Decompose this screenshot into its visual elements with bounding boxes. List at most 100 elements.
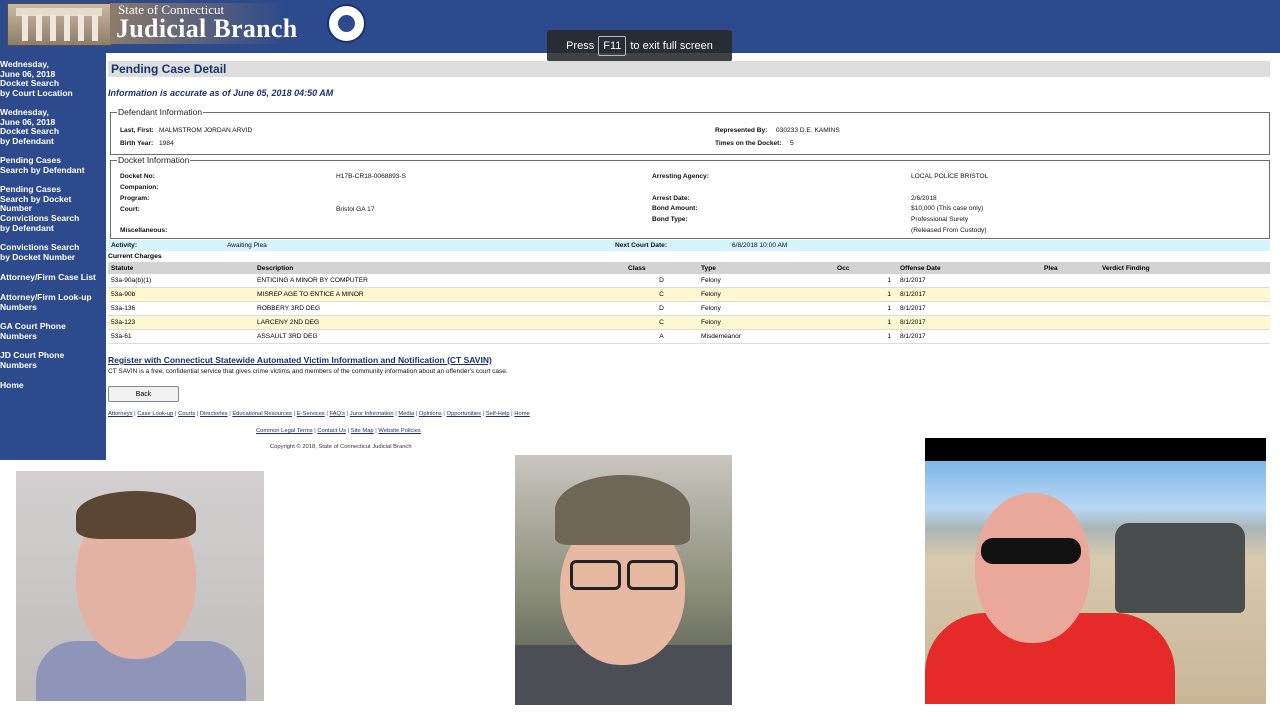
courthouse-column	[92, 15, 98, 41]
birth-year-label: Birth Year:	[120, 140, 154, 147]
bond-type-value: Professional Surety	[911, 216, 969, 223]
footer-link-self-help[interactable]: Self-Help	[486, 411, 510, 417]
cell-offense-date: 8/1/2017	[897, 315, 1041, 330]
next-court-date-label: Next Court Date:	[615, 242, 668, 249]
cell-description: ROBBERY 3RD DEG	[254, 301, 625, 316]
cell-type: Felony	[698, 287, 834, 302]
footer-link-site-map[interactable]: Site Map	[351, 428, 374, 434]
footer-link-media[interactable]: Media	[398, 411, 414, 417]
current-charges-table: Statute Description Class Type Occ Offen…	[108, 262, 1270, 344]
nav-home[interactable]: Home	[0, 380, 104, 391]
times-on-docket-label: Times on the Docket:	[715, 140, 782, 147]
cell-type: Felony	[698, 301, 834, 316]
cell-verdict	[1099, 315, 1270, 330]
toast-suffix-text: to exit full screen	[630, 40, 713, 52]
footer-link-attorneys[interactable]: Attorneys	[108, 411, 133, 417]
footer-link-faqs[interactable]: FAQ's	[329, 411, 345, 417]
cell-occ: 1	[834, 301, 897, 316]
nav-pending-search-defendant[interactable]: Pending Cases Search by Defendant	[0, 155, 104, 175]
table-row: 53a-136 ROBBERY 3RD DEG D Felony 1 8/1/2…	[108, 301, 1270, 316]
defendant-name: MALMSTROM JORDAN ARVID	[159, 127, 253, 134]
bond-type-note: (Released From Custody)	[911, 227, 987, 234]
docket-no-value: H17B-CR18-0068893-S	[336, 173, 407, 180]
col-description: Description	[254, 262, 625, 274]
left-nav-sidebar: Wednesday, June 06, 2018 Docket Search b…	[0, 53, 106, 460]
nav-convictions-search-docket[interactable]: Convictions Search by Docket Number	[0, 242, 104, 262]
table-row: 53a-123 LARCENY 2ND DEG C Felony 1 8/1/2…	[108, 315, 1270, 330]
docket-info-box: Docket Information Docket No: H17B-CR18-…	[110, 155, 1270, 239]
arresting-agency-label: Arresting Agency:	[652, 173, 709, 180]
footer-link-case-lookup[interactable]: Case Look-up	[137, 411, 173, 417]
cell-offense-date: 8/1/2017	[897, 287, 1041, 302]
courthouse-column	[36, 15, 42, 41]
program-label: Program:	[120, 195, 150, 202]
nav-docket-search-court-location[interactable]: Wednesday, June 06, 2018 Docket Search b…	[0, 59, 104, 98]
glasses-right-lens	[627, 560, 678, 590]
back-button[interactable]: Back	[108, 386, 179, 402]
photo-car	[1115, 523, 1245, 613]
table-row: 53a-90b MISREP AGE TO ENTICE A MINOR C F…	[108, 287, 1270, 302]
footer-link-courts[interactable]: Courts	[178, 411, 195, 417]
nav-line: by Court Location	[0, 87, 73, 98]
nav-ga-court-phone[interactable]: GA Court Phone Numbers	[0, 321, 104, 341]
glasses-left-lens	[570, 560, 621, 590]
nav-jd-court-phone[interactable]: JD Court Phone Numbers	[0, 350, 104, 370]
photo-hair	[76, 491, 196, 539]
nav-line: Numbers	[0, 359, 37, 370]
footer-link-directories[interactable]: Directories	[200, 411, 228, 417]
courthouse-logo-image[interactable]	[7, 3, 112, 46]
mugshot-photo	[16, 471, 264, 701]
cell-plea	[1041, 315, 1099, 330]
copyright-text: Copyright © 2018, State of Connecticut J…	[270, 444, 412, 450]
col-type: Type	[698, 262, 834, 274]
nav-docket-search-defendant[interactable]: Wednesday, June 06, 2018 Docket Search b…	[0, 107, 104, 146]
footer-link-opinions[interactable]: Opinions	[419, 411, 442, 417]
logo-judicial-branch-text: Judicial Branch	[116, 14, 298, 43]
cell-statute: 53a-136	[108, 301, 254, 316]
current-charges-label: Current Charges	[108, 253, 162, 260]
cell-verdict	[1099, 287, 1270, 302]
nav-convictions-search-defendant[interactable]: Convictions Search by Defendant	[0, 213, 104, 233]
seal-center	[338, 15, 355, 32]
nav-attorney-case-list[interactable]: Attorney/Firm Case List	[0, 272, 104, 283]
col-statute: Statute	[108, 262, 254, 274]
times-on-docket-value: 5	[790, 140, 794, 147]
cell-offense-date: 8/1/2017	[897, 274, 1041, 288]
cell-description: ASSAULT 3RD DEG	[254, 329, 625, 344]
footer-link-e-services[interactable]: E-Services	[297, 411, 325, 417]
photo-face	[975, 493, 1090, 643]
nav-attorney-lookup[interactable]: Attorney/Firm Look-up Numbers	[0, 292, 104, 312]
cell-class: A	[625, 329, 698, 344]
cell-class: D	[625, 274, 698, 288]
activity-bar: Activity: Awaiting Plea Next Court Date:…	[108, 240, 1270, 251]
courthouse-roof	[16, 8, 102, 16]
courthouse-column	[64, 15, 70, 41]
nav-pending-search-docket[interactable]: Pending Cases Search by Docket Number	[0, 184, 104, 214]
arrest-date-label: Arrest Date:	[652, 195, 690, 202]
cell-class: D	[625, 301, 698, 316]
docket-no-label: Docket No:	[120, 173, 155, 180]
nav-line: Search by Defendant	[0, 164, 85, 175]
selfie-cap-photo	[515, 455, 732, 705]
footer-link-contact-us[interactable]: Contact Us	[317, 428, 346, 434]
footer-link-common-legal-terms[interactable]: Common Legal Terms	[256, 428, 313, 434]
footer-link-juror-information[interactable]: Juror Information	[350, 411, 394, 417]
arrest-date-value: 2/6/2018	[911, 195, 937, 202]
cell-verdict	[1099, 274, 1270, 288]
footer-link-educational-resources[interactable]: Educational Resources	[232, 411, 292, 417]
cell-plea	[1041, 287, 1099, 302]
footer-link-home[interactable]: Home	[514, 411, 529, 417]
court-label: Court:	[120, 206, 140, 213]
footer-link-website-policies[interactable]: Website Policies	[378, 428, 420, 434]
charges-header-row: Statute Description Class Type Occ Offen…	[108, 262, 1270, 274]
courthouse-column	[50, 15, 56, 41]
activity-label: Activity:	[111, 242, 138, 249]
ct-savin-register-link[interactable]: Register with Connecticut Statewide Auto…	[108, 355, 492, 365]
table-row: 53a-90a(b)(1) ENTICING A MINOR BY COMPUT…	[108, 274, 1270, 288]
bond-amount-value: $10,000 (This case only)	[911, 205, 984, 212]
courthouse-column	[78, 15, 84, 41]
cell-statute: 53a-123	[108, 315, 254, 330]
col-offense-date: Offense Date	[897, 262, 1041, 274]
ct-savin-description: CT SAVIN is a free, confidential service…	[108, 368, 508, 375]
footer-link-opportunities[interactable]: Opportunities	[447, 411, 481, 417]
